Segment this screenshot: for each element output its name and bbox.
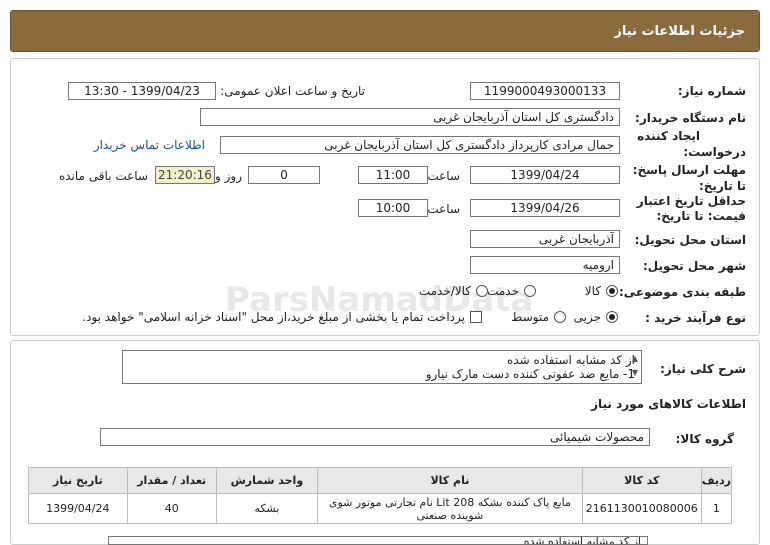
buyer-field: دادگستری کل استان آذربایجان غربی bbox=[200, 108, 620, 126]
treasury-payment-option[interactable]: پرداخت تمام یا بخشی از مبلغ خرید،از محل … bbox=[82, 310, 482, 324]
validity-label-2: قیمت: تا تاریخ: bbox=[656, 209, 746, 223]
col-unit: واحد شمارش bbox=[215, 467, 318, 494]
radio-medium[interactable] bbox=[554, 311, 566, 323]
description-line-1: از کد مشابه استفاده شده bbox=[507, 353, 635, 367]
table-row[interactable]: 1 2161130010080006 مایع پاک کننده بشکه 2… bbox=[28, 493, 733, 524]
page-title: جزئیات اطلاعات نیاز bbox=[614, 23, 745, 39]
description-textarea[interactable]: از کد مشابه استفاده شده 1- مایع ضد عفونی… bbox=[122, 350, 642, 384]
description-scroll-arrows[interactable]: ▲ ▼ bbox=[630, 352, 640, 382]
col-code: کد کالا bbox=[581, 467, 702, 494]
remaining-time-field: 21:20:16 bbox=[155, 166, 215, 184]
col-index: ردیف bbox=[700, 467, 733, 494]
send-date-field: 1399/04/24 bbox=[470, 166, 620, 184]
radio-goods-service[interactable] bbox=[476, 285, 488, 297]
cell-unit: بشکه bbox=[215, 493, 318, 524]
province-label: استان محل تحویل: bbox=[634, 233, 746, 247]
process-label: نوع فرآیند خرید : bbox=[645, 311, 746, 325]
description-label: شرح کلی نیاز: bbox=[660, 362, 746, 376]
creator-field: جمال مرادی کارپرداز دادگستری کل استان آذ… bbox=[220, 136, 620, 154]
need-number-label: شماره نیاز: bbox=[677, 84, 746, 98]
col-date: تاریخ نیاز bbox=[28, 467, 128, 494]
description-line-2: 1- مایع ضد عفونی کننده دست مارک نیارو bbox=[425, 367, 635, 381]
province-field: آذربایجان غربی bbox=[470, 230, 620, 248]
cell-name: مایع پاک کننده بشکه 208 Lit نام تجارتی م… bbox=[316, 493, 583, 524]
cell-date: 1399/04/24 bbox=[28, 493, 128, 524]
validity-time-label: ساعت bbox=[427, 202, 460, 216]
process-option-minor[interactable]: جزیی bbox=[574, 310, 618, 324]
need-number-field: 1199000493000133 bbox=[470, 82, 620, 100]
remaining-label: ساعت باقی مانده bbox=[58, 169, 148, 183]
goods-group-label: گروه کالا: bbox=[675, 432, 734, 446]
goods-note-textarea[interactable]: از کد مشابه استفاده شده bbox=[108, 536, 648, 545]
days-remaining-field: 0 bbox=[248, 166, 320, 184]
goods-table: ردیف کد کالا نام کالا واحد شمارش تعداد /… bbox=[28, 467, 733, 524]
cell-code: 2161130010080006 bbox=[581, 493, 702, 524]
category-option-service[interactable]: خدمت bbox=[487, 284, 536, 298]
validity-date-field: 1399/04/26 bbox=[470, 199, 620, 217]
page-header: جزئیات اطلاعات نیاز bbox=[10, 10, 760, 52]
goods-section-title: اطلاعات کالاهای مورد نیاز bbox=[591, 397, 746, 411]
goods-group-field: محصولات شیمیائی bbox=[100, 428, 650, 446]
announce-label: تاریخ و ساعت اعلان عمومی: bbox=[220, 84, 365, 98]
col-name: نام کالا bbox=[316, 467, 583, 494]
radio-goods[interactable] bbox=[606, 285, 618, 297]
send-time-field: 11:00 bbox=[358, 166, 428, 184]
announce-field: 1399/04/23 - 13:30 bbox=[68, 82, 216, 100]
days-label: روز و bbox=[215, 169, 242, 183]
city-field: ارومیه bbox=[470, 256, 620, 274]
city-label: شهر محل تحویل: bbox=[642, 259, 746, 273]
validity-time-field: 10:00 bbox=[358, 199, 428, 217]
category-option-goods[interactable]: کالا bbox=[585, 284, 618, 298]
cell-index: 1 bbox=[700, 493, 733, 524]
radio-service[interactable] bbox=[524, 285, 536, 297]
creator-label-2: درخواست: bbox=[683, 145, 746, 159]
validity-label: حداقل تاریخ اعتبار bbox=[636, 194, 746, 208]
send-deadline-label: مهلت ارسال پاسخ: bbox=[632, 163, 746, 177]
send-time-label: ساعت bbox=[427, 169, 460, 183]
send-deadline-label-2: تا تاریخ: bbox=[698, 179, 746, 193]
cell-qty: 40 bbox=[126, 493, 217, 524]
process-option-medium[interactable]: متوسط bbox=[511, 310, 566, 324]
treasury-checkbox[interactable] bbox=[470, 311, 482, 323]
table-header-row: ردیف کد کالا نام کالا واحد شمارش تعداد /… bbox=[28, 467, 733, 494]
category-label: طبقه بندی موضوعی: bbox=[618, 285, 746, 299]
col-qty: تعداد / مقدار bbox=[126, 467, 217, 494]
radio-minor[interactable] bbox=[606, 311, 618, 323]
buyer-label: نام دستگاه خریدار: bbox=[635, 111, 746, 125]
buyer-contact-link[interactable]: اطلاعات تماس خریدار bbox=[94, 138, 205, 152]
category-option-goods-service[interactable]: کالا/خدمت bbox=[419, 284, 488, 298]
creator-label-1: ایجاد کننده bbox=[637, 129, 700, 143]
